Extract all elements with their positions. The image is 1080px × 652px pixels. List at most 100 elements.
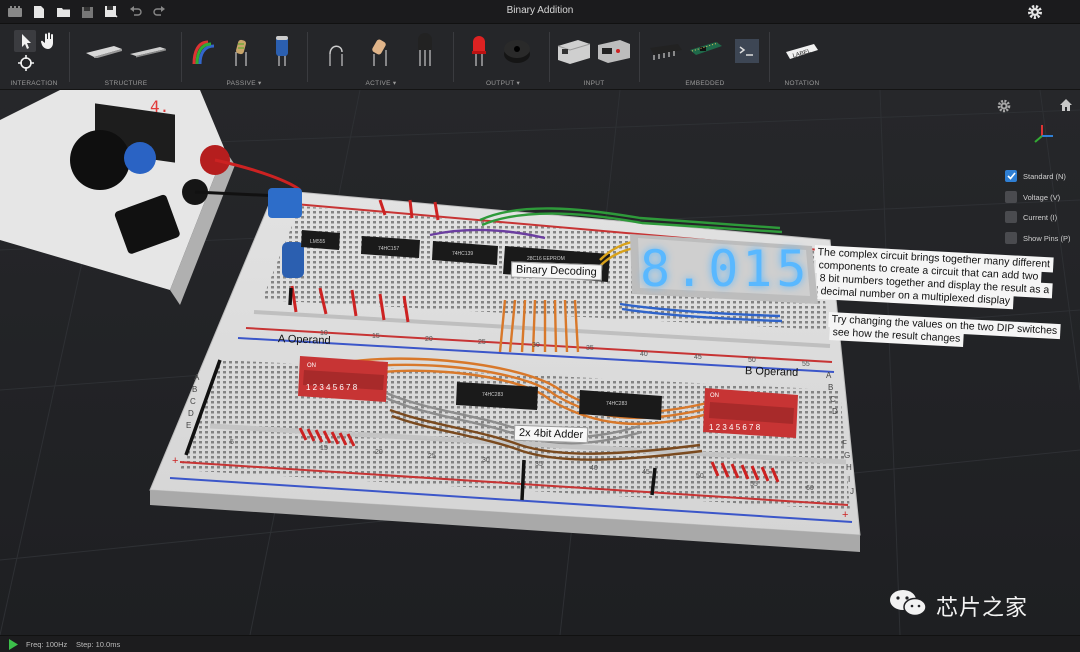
chip-label-decoder: 74HC139: [452, 251, 473, 257]
group-label-interaction: INTERACTION: [10, 80, 58, 87]
status-bar: Freq: 100Hz Step: 10.0ms: [0, 635, 1080, 652]
label-binary-decoding[interactable]: Binary Decoding: [510, 261, 602, 281]
select-tool[interactable]: [14, 30, 36, 52]
dip-switch-b[interactable]: ON 1 2 3 4 5 6 7 8: [703, 388, 798, 438]
group-label-embedded: EMBEDDED: [685, 80, 725, 87]
toolbar-divider: [307, 32, 308, 82]
function-generator-tool[interactable]: [596, 36, 632, 64]
diode-tool[interactable]: [324, 34, 348, 68]
label-tool[interactable]: LABEL: [784, 40, 820, 62]
svg-text:+: +: [842, 509, 848, 521]
group-active: ACTIVE ▾: [314, 24, 454, 90]
toggle-voltage[interactable]: Voltage (V): [1005, 191, 1060, 203]
group-structure: STRUCTURE: [76, 24, 182, 90]
group-label-notation: NOTATION: [784, 80, 820, 87]
toggle-label-voltage: Voltage (V): [1023, 192, 1061, 202]
svg-text:B: B: [192, 385, 197, 394]
svg-text:15: 15: [320, 445, 328, 452]
watermark-text: 芯片之家: [936, 594, 1029, 620]
svg-text:B: B: [828, 383, 833, 392]
toolbar-divider: [181, 32, 182, 82]
play-icon[interactable]: [8, 639, 18, 652]
dip-a-numbers: 1 2 3 4 5 6 7 8: [306, 383, 358, 392]
svg-text:C: C: [830, 395, 836, 404]
svg-text:35: 35: [586, 345, 594, 352]
group-label-structure: STRUCTURE: [104, 80, 148, 87]
status-step: Step: 10.0ms: [76, 640, 121, 649]
group-label-active[interactable]: ACTIVE ▾: [314, 79, 448, 87]
svg-text:A: A: [826, 371, 832, 380]
terminal-icon[interactable]: [734, 38, 760, 64]
svg-text:25: 25: [478, 339, 486, 346]
svg-text:55: 55: [750, 481, 758, 488]
group-label-output[interactable]: OUTPUT ▾: [462, 79, 544, 87]
label-2x-4bit-adder[interactable]: 2x 4bit Adder: [513, 424, 589, 444]
toolbar-divider: [453, 32, 454, 82]
wechat-logo-icon: [888, 588, 928, 623]
capacitor-tool[interactable]: [272, 32, 292, 68]
svg-text:I: I: [848, 475, 850, 484]
settings-gear-icon[interactable]: [1026, 3, 1044, 21]
toolbar-divider: [549, 32, 550, 82]
svg-text:C: C: [190, 397, 196, 406]
svg-text:+: +: [172, 455, 178, 467]
toggle-current[interactable]: Current (I): [1005, 211, 1057, 223]
checkbox-icon[interactable]: [1005, 232, 1017, 244]
display-digits: 8.015: [640, 240, 811, 298]
psu-knob[interactable]: [70, 130, 130, 190]
view-settings-gear-icon[interactable]: [996, 98, 1012, 114]
chip-timer: LM555: [301, 230, 340, 250]
dip-b-on-label: ON: [710, 393, 719, 399]
group-label-passive[interactable]: PASSIVE ▾: [186, 79, 302, 87]
strip-board-tool[interactable]: [128, 44, 168, 58]
label-b-operand[interactable]: B Operand: [745, 365, 799, 379]
axis-gizmo-icon[interactable]: [1030, 122, 1056, 148]
dip-switch-a[interactable]: ON 1 2 3 4 5 6 7 8: [298, 356, 388, 402]
wire-tool[interactable]: [190, 34, 218, 68]
psu-readout: 4.: [150, 97, 169, 116]
checkbox-checked-icon[interactable]: [1005, 170, 1017, 182]
svg-text:20: 20: [375, 449, 383, 456]
scene-canvas: 4. LM555 74HC157 74HC139 28C16 EEPROM 74…: [0, 90, 1080, 635]
resistor-active-tool[interactable]: [368, 34, 392, 68]
buzzer-tool[interactable]: [502, 36, 532, 66]
chip-label-timer: LM555: [310, 239, 326, 245]
svg-text:E: E: [186, 421, 191, 430]
power-supply-tool[interactable]: [556, 36, 592, 64]
svg-text:45: 45: [642, 469, 650, 476]
breadboard-tool[interactable]: [84, 44, 124, 59]
toolbar-divider: [639, 32, 640, 82]
ic-chip-tool[interactable]: [648, 40, 684, 62]
chip-label-adder1: 74HC283: [482, 392, 503, 398]
svg-text:30: 30: [532, 342, 540, 349]
svg-text:5: 5: [230, 439, 234, 446]
svg-text:F: F: [842, 439, 847, 448]
led-tool[interactable]: [470, 34, 488, 68]
hand-tool-icon[interactable]: [40, 32, 56, 50]
3d-viewport[interactable]: 4. LM555 74HC157 74HC139 28C16 EEPROM 74…: [0, 90, 1080, 635]
toggle-standard[interactable]: Standard (N): [1005, 170, 1066, 182]
toggle-show-pins[interactable]: Show Pins (P): [1005, 232, 1071, 244]
checkbox-icon[interactable]: [1005, 211, 1017, 223]
label-a-operand[interactable]: A Operand: [278, 333, 331, 347]
group-notation: LABEL NOTATION: [776, 24, 828, 90]
probe-tool-icon[interactable]: [18, 55, 34, 71]
svg-text:35: 35: [535, 461, 543, 468]
potentiometer[interactable]: [268, 188, 302, 218]
home-view-icon[interactable]: [1058, 97, 1074, 113]
status-frequency: Freq: 100Hz: [26, 640, 68, 649]
checkbox-icon[interactable]: [1005, 191, 1017, 203]
watermark: 芯片之家: [888, 588, 1028, 623]
svg-text:40: 40: [590, 465, 598, 472]
group-output: OUTPUT ▾: [462, 24, 550, 90]
svg-text:55: 55: [802, 361, 810, 368]
transistor-tool[interactable]: [414, 32, 436, 68]
svg-text:50: 50: [696, 473, 704, 480]
chip-label-adder2: 74HC283: [606, 401, 627, 407]
resistor-tool[interactable]: [230, 34, 252, 68]
microcontroller-tool[interactable]: [688, 38, 724, 62]
chip-label-eeprom: 28C16 EEPROM: [527, 256, 565, 262]
svg-text:20: 20: [425, 336, 433, 343]
toolbar-divider: [69, 32, 70, 82]
svg-text:D: D: [832, 407, 838, 416]
